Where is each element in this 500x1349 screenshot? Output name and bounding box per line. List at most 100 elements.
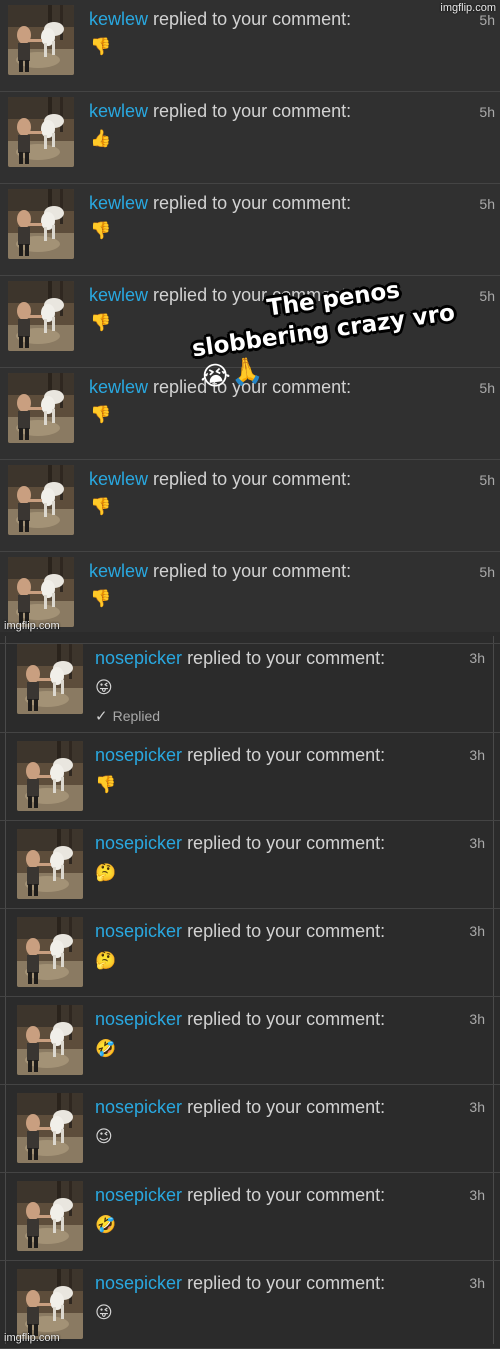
thumbs-down-icon: 👎 [90,221,112,240]
username-link[interactable]: kewlew [89,469,148,489]
timestamp: 5h [479,564,495,580]
replied-label: Replied [112,708,161,724]
avatar[interactable] [17,1005,83,1075]
rofl-face-icon: 🤣 [95,1215,117,1234]
username-link[interactable]: kewlew [89,285,148,305]
checkmark-icon: ✓ [95,708,108,725]
avatar[interactable] [8,281,74,351]
winking-tongue-face-icon: 😜 [95,678,113,697]
winking-face-icon: 😉 [95,1127,113,1146]
notification-text: kewlew replied to your comment: [89,101,351,122]
notification-row[interactable]: kewlew replied to your comment: 5h 👎 [0,184,500,276]
avatar[interactable] [8,373,74,443]
notification-row[interactable]: nosepicker replied to your comment: 3h 😉 [0,1085,500,1173]
username-link[interactable]: nosepicker [95,1273,182,1293]
timestamp: 5h [479,472,495,488]
notification-action-text: replied to your comment: [187,1097,386,1117]
notification-text: nosepicker replied to your comment: [95,1097,385,1118]
timestamp: 5h [479,12,495,28]
avatar[interactable] [17,644,83,714]
notification-row[interactable]: nosepicker replied to your comment: 3h 👎 [0,733,500,821]
timestamp: 3h [469,650,485,666]
username-link[interactable]: kewlew [89,101,148,121]
username-link[interactable]: nosepicker [95,1009,182,1029]
notification-text: kewlew replied to your comment: [89,9,351,30]
notification-text: nosepicker replied to your comment: [95,745,385,766]
username-link[interactable]: nosepicker [95,921,182,941]
timestamp: 3h [469,747,485,763]
timestamp: 3h [469,1011,485,1027]
timestamp: 3h [469,1187,485,1203]
notification-text: kewlew replied to your comment: [89,469,351,490]
thumbs-down-icon: 👎 [90,37,112,56]
avatar[interactable] [8,465,74,535]
avatar[interactable] [8,557,74,627]
notification-row[interactable]: nosepicker replied to your comment: 3h 😜 [0,1261,500,1349]
notification-row[interactable]: kewlew replied to your comment: 5h 👎 [0,552,500,644]
timestamp: 3h [469,923,485,939]
thumbs-down-icon: 👎 [90,405,112,424]
notification-text: nosepicker replied to your comment: [95,648,385,669]
avatar[interactable] [17,1181,83,1251]
avatar[interactable] [8,189,74,259]
notification-text: nosepicker replied to your comment: [95,1009,385,1030]
notification-row[interactable]: kewlew replied to your comment: 5h 👍 [0,92,500,184]
notification-action-text: replied to your comment: [153,561,352,581]
notification-row[interactable]: nosepicker replied to your comment: 3h 😜 ✓ R… [0,636,500,733]
notification-text: nosepicker replied to your comment: [95,1185,385,1206]
avatar[interactable] [17,741,83,811]
username-link[interactable]: kewlew [89,193,148,213]
notification-text: nosepicker replied to your comment: [95,921,385,942]
notification-row[interactable]: nosepicker replied to your comment: 3h 🤣 [0,1173,500,1261]
notification-text: nosepicker replied to your comment: [95,833,385,854]
notification-row[interactable]: kewlew replied to your comment: 5h 👎 [0,460,500,552]
watermark-bottom: imgflip.com [4,1332,60,1344]
timestamp: 3h [469,835,485,851]
username-link[interactable]: kewlew [89,561,148,581]
username-link[interactable]: kewlew [89,9,148,29]
notification-row[interactable]: kewlew replied to your comment: 5h 👎 [0,0,500,92]
timestamp: 5h [479,380,495,396]
timestamp: 5h [479,196,495,212]
notification-action-text: replied to your comment: [187,648,386,668]
notification-action-text: replied to your comment: [153,469,352,489]
notification-row[interactable]: nosepicker replied to your comment: 3h 🤔 [0,821,500,909]
replied-status: ✓ Replied [95,707,160,725]
avatar[interactable] [17,1269,83,1339]
watermark-top: imgflip.com [440,2,496,14]
thumbs-up-icon: 👍 [90,129,112,148]
username-link[interactable]: nosepicker [95,833,182,853]
notification-action-text: replied to your comment: [187,921,386,941]
notification-text: nosepicker replied to your comment: [95,1273,385,1294]
notification-action-text: replied to your comment: [187,1185,386,1205]
notification-action-text: replied to your comment: [187,833,386,853]
notification-action-text: replied to your comment: [187,1009,386,1029]
notification-row[interactable]: nosepicker replied to your comment: 3h 🤣 [0,997,500,1085]
thumbs-down-icon: 👎 [90,313,112,332]
rofl-face-icon: 🤣 [95,1039,117,1058]
username-link[interactable]: nosepicker [95,745,182,765]
avatar[interactable] [8,5,74,75]
username-link[interactable]: nosepicker [95,648,182,668]
timestamp: 5h [479,104,495,120]
notification-action-text: replied to your comment: [187,1273,386,1293]
thumbs-down-icon: 👎 [95,775,117,794]
timestamp: 5h [479,288,495,304]
avatar[interactable] [17,917,83,987]
watermark-middle: imgflip.com [4,620,60,632]
avatar[interactable] [17,829,83,899]
notification-action-text: replied to your comment: [153,101,352,121]
notification-action-text: replied to your comment: [153,193,352,213]
timestamp: 3h [469,1275,485,1291]
notification-text: kewlew replied to your comment: [89,193,351,214]
thinking-face-icon: 🤔 [95,951,117,970]
username-link[interactable]: nosepicker [95,1185,182,1205]
notification-action-text: replied to your comment: [187,745,386,765]
notification-row[interactable]: nosepicker replied to your comment: 3h 🤔 [0,909,500,997]
avatar[interactable] [8,97,74,167]
avatar[interactable] [17,1093,83,1163]
winking-tongue-face-icon: 😜 [95,1303,113,1322]
timestamp: 3h [469,1099,485,1115]
username-link[interactable]: kewlew [89,377,148,397]
username-link[interactable]: nosepicker [95,1097,182,1117]
